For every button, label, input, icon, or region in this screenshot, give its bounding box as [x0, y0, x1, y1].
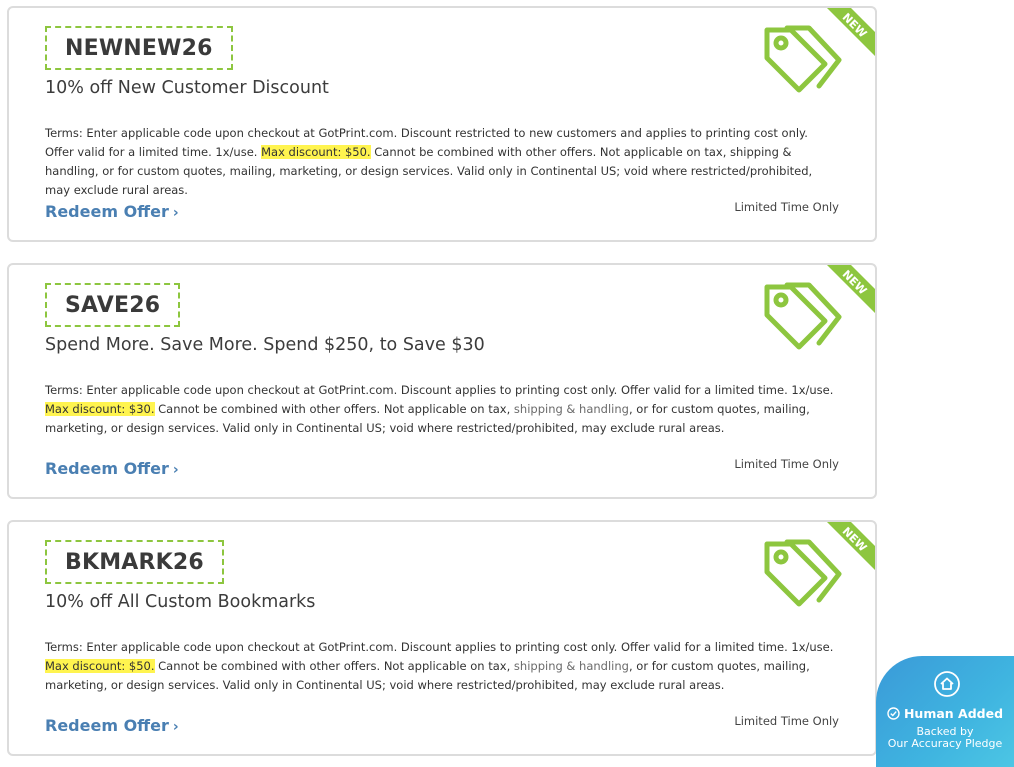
coupon-terms: Terms: Enter applicable code upon checko… — [45, 124, 835, 200]
redeem-label: Redeem Offer — [45, 202, 169, 221]
max-discount-highlight: Max discount: $50. — [45, 659, 155, 673]
terms-text: Cannot be combined with other offers. No… — [154, 402, 514, 416]
coupon-title: 10% off New Customer Discount — [45, 78, 329, 98]
terms-text: Terms: Enter applicable code upon checko… — [45, 383, 834, 397]
coupon-terms: Terms: Enter applicable code upon checko… — [45, 638, 835, 695]
terms-text: Terms: Enter applicable code upon checko… — [45, 640, 834, 654]
coupon-code[interactable]: BKMARK26 — [45, 540, 224, 584]
shipping-handling-link[interactable]: shipping & handling — [514, 402, 629, 416]
badge-subtitle: Backed by Our Accuracy Pledge — [876, 726, 1014, 750]
redeem-offer-link[interactable]: Redeem Offer › — [45, 716, 179, 735]
coupon-card: SAVE26 Spend More. Save More. Spend $250… — [7, 263, 877, 499]
coupon-title: 10% off All Custom Bookmarks — [45, 592, 316, 612]
coupon-title: Spend More. Save More. Spend $250, to Sa… — [45, 335, 485, 355]
terms-text: Cannot be combined with other offers. No… — [154, 659, 514, 673]
redeem-offer-link[interactable]: Redeem Offer › — [45, 459, 179, 478]
badge-title: Human Added — [903, 706, 1004, 721]
shipping-handling-link[interactable]: shipping & handling — [514, 659, 629, 673]
chevron-right-icon: › — [172, 719, 179, 735]
badge-sub-line: Our Accuracy Pledge — [887, 737, 1003, 750]
home-icon — [934, 671, 960, 697]
limited-time-label: Limited Time Only — [734, 200, 839, 214]
max-discount-highlight: Max discount: $30. — [45, 402, 155, 416]
check-circle-icon — [887, 707, 900, 720]
coupon-card: BKMARK26 10% off All Custom Bookmarks Te… — [7, 520, 877, 756]
new-ribbon: NEW — [827, 265, 875, 313]
new-ribbon: NEW — [827, 522, 875, 570]
coupon-terms: Terms: Enter applicable code upon checko… — [45, 381, 835, 438]
redeem-label: Redeem Offer — [45, 716, 169, 735]
coupon-code[interactable]: SAVE26 — [45, 283, 181, 327]
human-added-badge[interactable]: Human Added Backed by Our Accuracy Pledg… — [876, 656, 1014, 767]
redeem-offer-link[interactable]: Redeem Offer › — [45, 202, 179, 221]
badge-title-row: Human Added — [876, 706, 1014, 721]
chevron-right-icon: › — [172, 205, 179, 221]
redeem-label: Redeem Offer — [45, 459, 169, 478]
chevron-right-icon: › — [172, 462, 179, 478]
limited-time-label: Limited Time Only — [734, 457, 839, 471]
new-ribbon: NEW — [827, 8, 875, 56]
coupon-code[interactable]: NEWNEW26 — [45, 26, 233, 70]
max-discount-highlight: Max discount: $50. — [261, 145, 371, 159]
limited-time-label: Limited Time Only — [734, 714, 839, 728]
coupon-card: NEWNEW26 10% off New Customer Discount T… — [7, 6, 877, 242]
